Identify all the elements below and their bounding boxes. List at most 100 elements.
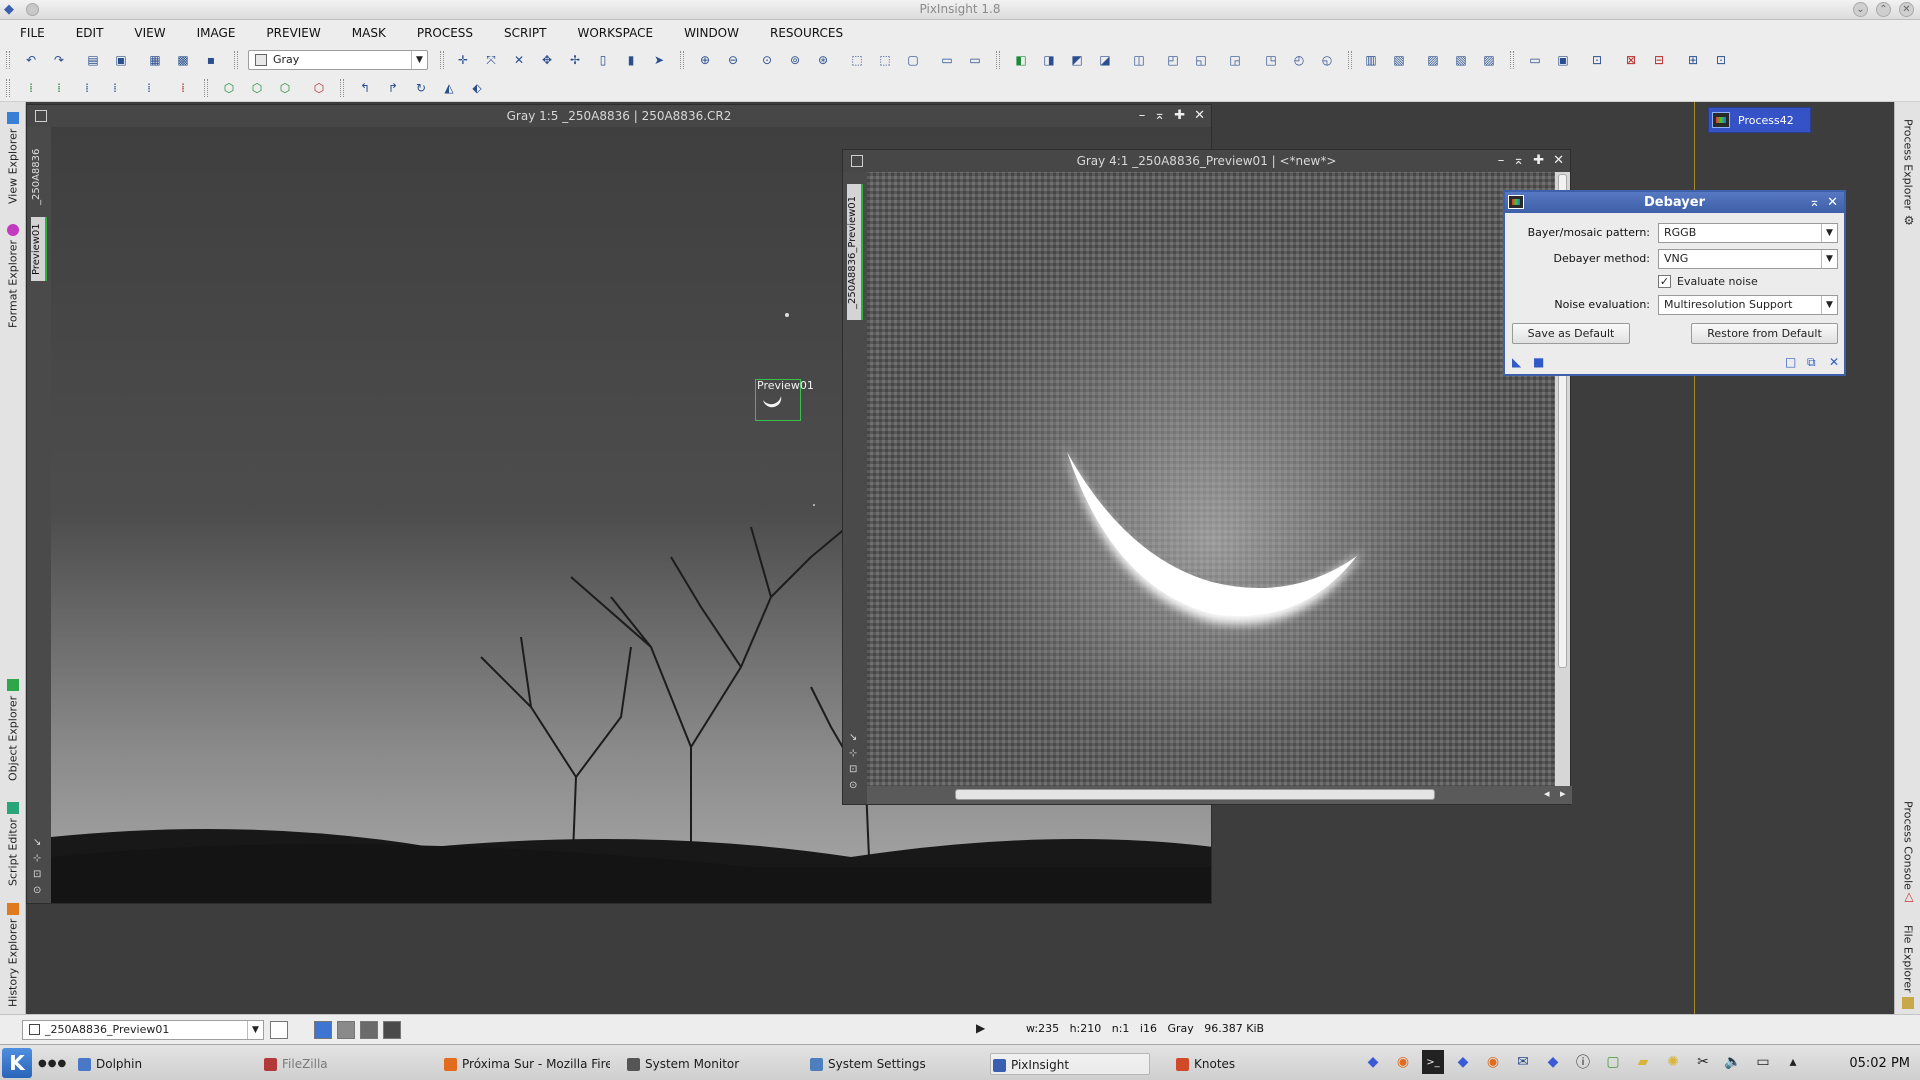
network-icon[interactable]: ▭ [1752,1050,1774,1074]
menu-workspace[interactable]: WORKSPACE [578,26,654,40]
maximize-icon[interactable]: ⌃ [1876,2,1891,17]
preview-new-icon[interactable]: ▭ [966,51,984,69]
screen-3-icon[interactable]: ⊟ [1650,51,1668,69]
zoom-3-icon[interactable]: ⊛ [814,51,832,69]
firefox-icon[interactable]: ◉ [1392,1050,1414,1074]
tab-file-explorer[interactable]: File Explorer [1897,922,1919,1012]
channel-b-button[interactable] [383,1021,401,1039]
save-icon[interactable]: ▦ [146,51,164,69]
folder-icon[interactable]: ▰ [1632,1050,1654,1074]
volume-icon[interactable]: 🔈 [1722,1050,1744,1074]
apply-icon[interactable]: □ [1785,355,1796,369]
tab-object-explorer[interactable]: Object Explorer [2,672,24,788]
menu-window[interactable]: WINDOW [684,26,739,40]
layout-1-icon[interactable]: ▥ [1362,51,1380,69]
taskbar-task[interactable]: Dolphin [76,1053,196,1075]
maximize-icon[interactable]: ✚ [1174,105,1185,127]
taskbar-task[interactable]: Próxima Sur - Mozilla Firef [442,1053,610,1075]
close-icon[interactable]: ✕ [1553,150,1564,172]
stf-2-icon[interactable]: ◱ [1192,51,1210,69]
shade-icon[interactable]: ⌅ [1809,192,1820,213]
process-2-icon[interactable]: ◨ [1040,51,1058,69]
menu-script[interactable]: SCRIPT [504,26,546,40]
rotate-cw-icon[interactable]: ↱ [384,79,402,97]
mirror-h-icon[interactable]: ◭ [440,79,458,97]
mirror-v-icon[interactable]: ⬖ [468,79,486,97]
fit-icon[interactable]: ↘ [33,837,41,848]
image-canvas-preview[interactable] [867,172,1557,788]
menu-file[interactable]: FILE [20,26,45,40]
tab-preview-view[interactable]: _250A8836_Preview01 [847,184,863,320]
view-selector[interactable]: _250A8836_Preview01 ▼ [22,1020,264,1040]
rotate-icon[interactable]: ↰ [356,79,374,97]
save-as-icon[interactable]: ▩ [174,51,192,69]
move-icon[interactable]: ✢ [566,51,584,69]
taskbar-task[interactable]: FileZilla [262,1053,382,1075]
menu-view[interactable]: VIEW [134,26,165,40]
close-image-icon[interactable]: ▪ [202,51,220,69]
taskbar-task[interactable]: Knotes [1174,1053,1294,1075]
menu-preview[interactable]: PREVIEW [266,26,320,40]
screen-1-icon[interactable]: ⊡ [1588,51,1606,69]
workspace-3-icon[interactable]: ⬡ [276,79,294,97]
tab-format-explorer[interactable]: Format Explorer [2,220,24,332]
workspace-2-icon[interactable]: ⬡ [248,79,266,97]
colorspace-selector[interactable]: Gray ▼ [248,50,428,70]
menu-edit[interactable]: EDIT [76,26,104,40]
channel-rgb-button[interactable] [314,1021,332,1039]
readout-icon[interactable]: ◫ [1130,51,1148,69]
zoom-out-icon[interactable]: ⊖ [724,51,742,69]
process-4-icon[interactable]: ◪ [1096,51,1114,69]
menu-image[interactable]: IMAGE [197,26,236,40]
target-icon[interactable]: ⊙ [33,885,41,896]
hide-views-icon[interactable]: ⁞ [22,79,40,97]
zoom-icon[interactable]: ⊹ [33,853,41,864]
stf-4-icon[interactable]: ◳ [1262,51,1280,69]
view-options-button[interactable] [270,1021,288,1039]
close-icon[interactable]: ✕ [1827,192,1838,213]
crosshair-icon[interactable]: ✛ [454,51,472,69]
tab-history-explorer[interactable]: History Explorer [2,900,24,1010]
fit-view-icon[interactable]: ⤧ [482,51,500,69]
minimize-icon[interactable]: ⌄ [1853,2,1868,17]
tab-process-explorer[interactable]: Process Explorer ⚙ [1897,110,1919,236]
new-image-icon[interactable]: ▤ [84,51,102,69]
open-image-icon[interactable]: ▣ [112,51,130,69]
terminal-icon[interactable]: >_ [1422,1050,1444,1074]
apply-global-icon[interactable]: ■ [1533,355,1544,369]
browse-doc-icon[interactable]: ⧉ [1807,355,1816,370]
close-icon[interactable]: ✕ [1899,2,1914,17]
stf-3-icon[interactable]: ◲ [1226,51,1244,69]
zoom-icon[interactable]: ⊹ [849,748,857,759]
mask-icon[interactable]: ▢ [904,51,922,69]
pointer-icon[interactable]: ➤ [650,51,668,69]
pixinsight-tray-icon[interactable]: ◆ [1452,1050,1474,1074]
monitor-icon[interactable]: ▭ [1526,51,1544,69]
show-views-icon[interactable]: ⁞ [50,79,68,97]
screen-5-icon[interactable]: ⊡ [1712,51,1730,69]
tab-preview01[interactable]: Preview01 [31,217,47,281]
menu-resources[interactable]: RESOURCES [770,26,843,40]
app-tray-icon[interactable]: ◆ [1542,1050,1564,1074]
taskbar-task[interactable]: PixInsight [990,1053,1150,1075]
taskbar-task[interactable]: System Monitor [625,1053,781,1075]
kde-connect-icon[interactable]: ◆ [1362,1050,1384,1074]
screen-4-icon[interactable]: ⊞ [1684,51,1702,69]
new-instance-icon[interactable]: ◣ [1512,355,1521,369]
hand-icon[interactable]: ⊡ [849,764,857,775]
page-copy-icon[interactable]: ▮ [622,51,640,69]
zoom-1-icon[interactable]: ⊙ [758,51,776,69]
image-window-main-titlebar[interactable]: Gray 1:5 _250A8836 | 250A8836.CR2 – ⌅ ✚ … [27,105,1211,127]
restore-default-button[interactable]: Restore from Default [1691,323,1838,344]
layout-5-icon[interactable]: ▨ [1480,51,1498,69]
close-all-icon[interactable]: ⁞ [174,79,192,97]
tile-views-icon[interactable]: ⁞ [78,79,96,97]
tab-script-editor[interactable]: Script Editor [2,796,24,892]
image-window-preview[interactable]: Gray 4:1 _250A8836_Preview01 | <*new*> –… [842,149,1572,805]
shade-icon[interactable]: ⌅ [1513,150,1524,172]
save-as-default-button[interactable]: Save as Default [1512,323,1630,344]
firefox-tray-icon[interactable]: ◉ [1482,1050,1504,1074]
monitor-active-icon[interactable]: ▣ [1554,51,1572,69]
zoom-2-icon[interactable]: ⊚ [786,51,804,69]
reset-icon[interactable]: ✕ [1829,355,1839,369]
